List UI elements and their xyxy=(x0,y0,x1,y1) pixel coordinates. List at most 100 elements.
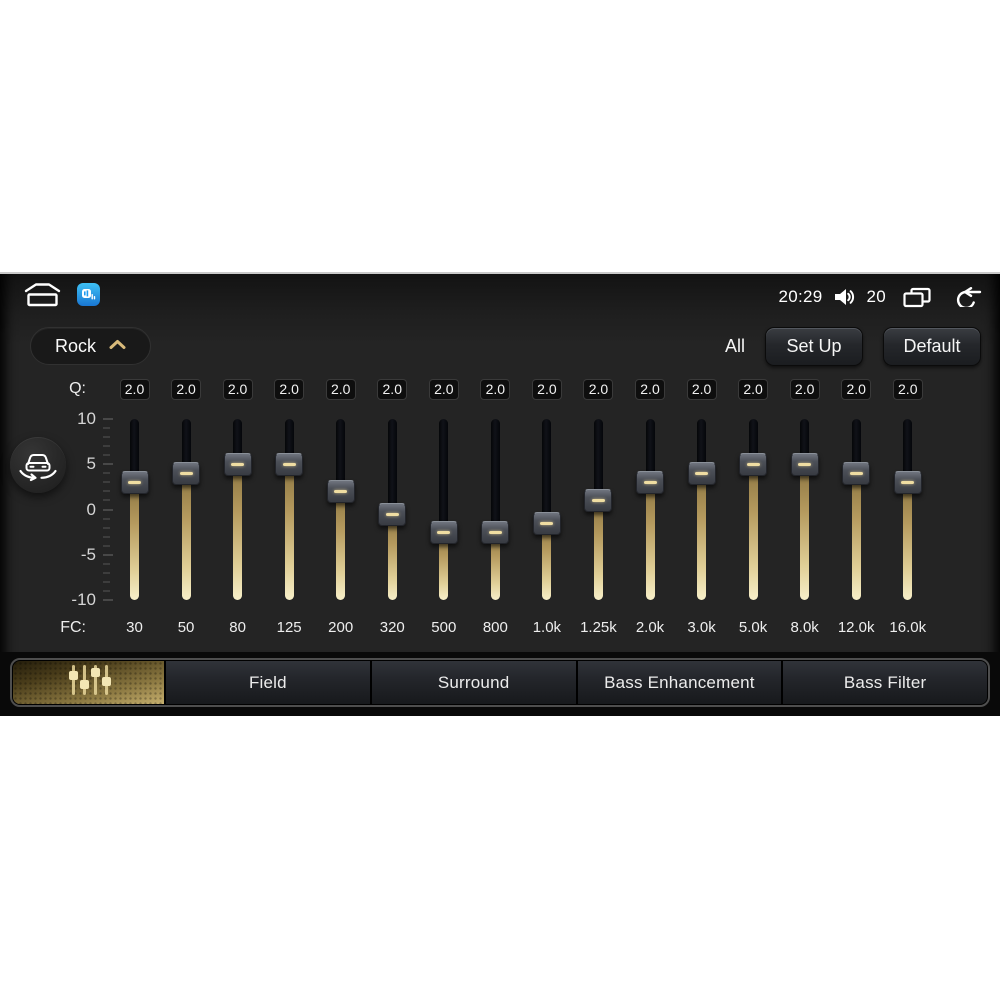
eq-band: 2.0 800 xyxy=(469,379,521,641)
car-surround-button[interactable] xyxy=(10,437,66,493)
eq-band: 2.0 125 xyxy=(263,379,315,641)
handle-dash xyxy=(437,530,451,534)
band-gain-slider[interactable] xyxy=(223,419,252,600)
clock: 20:29 xyxy=(778,287,823,306)
band-gain-slider[interactable] xyxy=(275,419,304,600)
band-gain-slider[interactable] xyxy=(326,419,355,600)
slider-track-upper[interactable] xyxy=(490,419,500,533)
handle-dash xyxy=(231,462,245,466)
slider-track-lower[interactable] xyxy=(284,464,294,600)
slider-handle[interactable] xyxy=(532,511,561,535)
tab-label: Field xyxy=(248,672,287,692)
slider-handle[interactable] xyxy=(893,470,922,494)
slider-handle[interactable] xyxy=(584,488,613,512)
slider-handle[interactable] xyxy=(120,470,149,494)
eq-band: 2.0 320 xyxy=(366,379,418,641)
slider-track-lower[interactable] xyxy=(387,514,397,600)
eq-band: 2.0 30 xyxy=(109,379,161,641)
assistant-app-icon[interactable] xyxy=(77,283,100,306)
preset-selector[interactable]: Rock xyxy=(30,327,151,365)
fc-row-label: FC: xyxy=(60,619,86,636)
slider-track-upper[interactable] xyxy=(542,419,552,524)
slider-track-upper[interactable] xyxy=(387,419,397,515)
screenshot-page: 20:29 20 Rock All Set Up Default Q: FC: … xyxy=(0,0,1000,1000)
slider-handle[interactable] xyxy=(172,461,201,485)
tab-label: Bass Enhancement xyxy=(604,672,755,692)
q-value-box: 2.0 xyxy=(480,379,511,400)
band-gain-slider[interactable] xyxy=(893,419,922,600)
default-button[interactable]: Default xyxy=(883,327,981,366)
tab-bass-enhancement[interactable]: Bass Enhancement xyxy=(577,661,782,704)
slider-track-lower[interactable] xyxy=(800,464,810,600)
back-icon[interactable] xyxy=(952,287,982,307)
handle-dash xyxy=(849,471,863,475)
all-channels-option[interactable]: All xyxy=(714,327,756,365)
tab-field[interactable]: Field xyxy=(166,661,370,704)
slider-track-lower[interactable] xyxy=(542,523,552,600)
fc-label: 16.0k xyxy=(889,619,927,636)
slider-track-lower[interactable] xyxy=(903,482,913,600)
q-value-box: 2.0 xyxy=(325,379,356,400)
slider-handle[interactable] xyxy=(223,452,252,476)
band-gain-slider[interactable] xyxy=(120,419,149,600)
eq-band: 2.0 5.0k xyxy=(727,379,779,641)
slider-track-upper[interactable] xyxy=(439,419,449,533)
slider-track-lower[interactable] xyxy=(181,473,191,600)
slider-track-lower[interactable] xyxy=(748,464,758,600)
eq-band: 2.0 1.25k xyxy=(572,379,624,641)
q-row-label: Q: xyxy=(69,380,86,397)
slider-track-lower[interactable] xyxy=(336,491,346,600)
handle-dash xyxy=(128,480,141,484)
band-gain-slider[interactable] xyxy=(378,419,407,600)
status-bar-left xyxy=(24,282,100,307)
handle-dash xyxy=(540,521,554,525)
tab-equalizer[interactable] xyxy=(13,661,164,704)
tab-surround[interactable]: Surround xyxy=(371,661,576,704)
band-gain-slider[interactable] xyxy=(429,419,458,600)
volume-icon xyxy=(833,287,855,307)
slider-handle[interactable] xyxy=(842,461,871,485)
slider-handle[interactable] xyxy=(636,470,664,494)
slider-handle[interactable] xyxy=(326,479,355,503)
slider-track-lower[interactable] xyxy=(233,464,243,600)
handle-dash xyxy=(695,471,709,475)
slider-track-lower[interactable] xyxy=(593,500,603,600)
q-value-box: 2.0 xyxy=(686,379,717,400)
eq-band: 2.0 12.0k xyxy=(830,379,882,641)
slider-handle[interactable] xyxy=(275,452,304,476)
q-value: 2.0 xyxy=(898,381,918,397)
band-gain-slider[interactable] xyxy=(584,419,613,600)
band-gain-slider[interactable] xyxy=(481,419,510,600)
handle-dash xyxy=(798,462,812,466)
eq-band: 2.0 200 xyxy=(315,379,367,641)
band-gain-slider[interactable] xyxy=(739,419,768,600)
band-gain-slider[interactable] xyxy=(636,419,664,600)
slider-handle[interactable] xyxy=(687,461,716,485)
slider-track-lower[interactable] xyxy=(130,482,139,600)
q-value-box: 2.0 xyxy=(274,379,305,400)
q-value: 2.0 xyxy=(382,381,402,397)
slider-track-lower[interactable] xyxy=(851,473,861,600)
band-gain-slider[interactable] xyxy=(172,419,201,600)
slider-handle[interactable] xyxy=(378,502,407,526)
slider-track-lower[interactable] xyxy=(697,473,707,600)
handle-dash xyxy=(901,480,915,484)
band-gain-slider[interactable] xyxy=(532,419,561,600)
q-value-box: 2.0 xyxy=(428,379,459,400)
volume-level: 20 xyxy=(866,287,886,306)
q-value: 2.0 xyxy=(846,381,866,397)
band-gain-slider[interactable] xyxy=(687,419,716,600)
home-icon[interactable] xyxy=(24,282,61,307)
band-gain-slider[interactable] xyxy=(842,419,871,600)
slider-handle[interactable] xyxy=(739,452,768,476)
slider-handle[interactable] xyxy=(790,452,819,476)
slider-handle[interactable] xyxy=(481,520,510,544)
set-up-button[interactable]: Set Up xyxy=(765,327,863,366)
tab-label: Bass Filter xyxy=(843,672,927,692)
q-value-box: 2.0 xyxy=(789,379,820,400)
recent-apps-icon[interactable] xyxy=(903,287,931,308)
band-gain-slider[interactable] xyxy=(790,419,819,600)
slider-track-lower[interactable] xyxy=(645,482,655,600)
tab-bass-filter[interactable]: Bass Filter xyxy=(783,661,987,704)
slider-handle[interactable] xyxy=(429,520,458,544)
